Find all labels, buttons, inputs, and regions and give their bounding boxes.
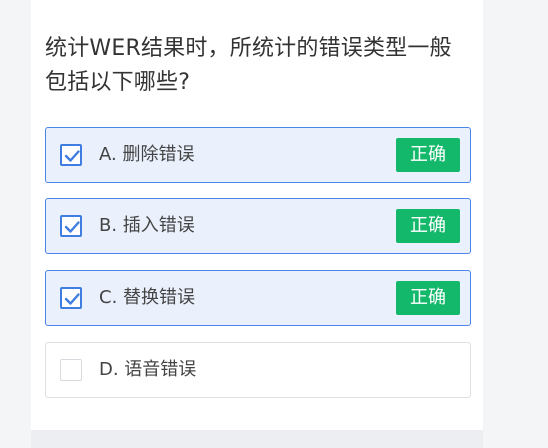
question-text: 统计WER结果时，所统计的错误类型一般包括以下哪些? bbox=[45, 36, 452, 95]
option-label: C. 替换错误 bbox=[99, 287, 196, 308]
correct-badge: 正确 bbox=[396, 281, 460, 315]
checkbox-unchecked-icon[interactable] bbox=[60, 359, 82, 381]
option-b[interactable]: B. 插入错误 正确 bbox=[45, 198, 471, 254]
option-label: D. 语音错误 bbox=[99, 359, 197, 380]
checkbox-checked-icon[interactable] bbox=[60, 144, 82, 166]
correct-badge: 正确 bbox=[396, 138, 460, 172]
correct-badge: 正确 bbox=[396, 209, 460, 243]
option-label: A. 删除错误 bbox=[99, 144, 195, 165]
option-c[interactable]: C. 替换错误 正确 bbox=[45, 270, 471, 326]
option-label: B. 插入错误 bbox=[99, 215, 195, 236]
checkbox-checked-icon[interactable] bbox=[60, 215, 82, 237]
option-d[interactable]: D. 语音错误 bbox=[45, 342, 471, 398]
checkbox-checked-icon[interactable] bbox=[60, 287, 82, 309]
option-a[interactable]: A. 删除错误 正确 bbox=[45, 127, 471, 183]
bottom-bar bbox=[31, 430, 483, 448]
question-card: 统计WER结果时，所统计的错误类型一般包括以下哪些? A. 删除错误 正确 B.… bbox=[31, 0, 483, 430]
